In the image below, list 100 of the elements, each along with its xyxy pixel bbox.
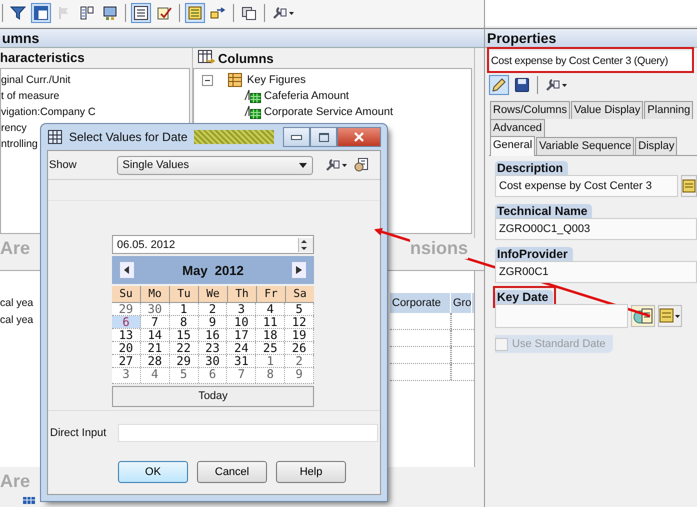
calendar-day[interactable]: 30	[140, 303, 170, 315]
calendar-day[interactable]: 4	[256, 303, 286, 315]
close-icon	[353, 132, 365, 142]
grid-icon[interactable]	[31, 3, 51, 23]
show-label: Show	[49, 159, 77, 171]
calendar-day[interactable]: 23	[198, 342, 228, 354]
date-field[interactable]: 06.05. 2012	[112, 235, 314, 254]
text-field[interactable]: ZGR00C1	[495, 261, 697, 283]
calendar-day[interactable]: 29	[170, 355, 199, 367]
close-button[interactable]	[337, 127, 381, 147]
grid-icon	[47, 129, 63, 145]
calendar-day[interactable]: 19	[285, 329, 314, 341]
column-header[interactable]: Gro	[451, 293, 472, 313]
calendar-day[interactable]: 16	[198, 329, 228, 341]
table-icon	[22, 496, 36, 504]
direct-input-field[interactable]	[118, 424, 378, 442]
calendar-day[interactable]: 4	[140, 368, 170, 383]
text-field[interactable]	[495, 304, 628, 328]
calendar-day[interactable]: 3	[112, 368, 141, 383]
today-button[interactable]: Today	[112, 386, 314, 407]
calendar-day[interactable]: 25	[256, 342, 286, 354]
text-field[interactable]: Cost expense by Cost Center 3	[495, 175, 678, 197]
value-help-icon[interactable]	[658, 305, 682, 327]
calendar-day[interactable]: 2	[198, 303, 228, 315]
calendar-day[interactable]: 26	[285, 342, 314, 354]
object-name-field: Cost expense by Cost Center 3 (Query)	[490, 51, 695, 71]
calendar-day[interactable]: 17	[227, 329, 256, 341]
calendar-day[interactable]: 8	[256, 368, 286, 383]
collapse-toggle[interactable]	[202, 74, 213, 86]
dialog-button[interactable]: OK	[118, 461, 188, 483]
calendar-day[interactable]: 6	[198, 368, 228, 383]
calendar-day[interactable]: 3	[227, 303, 256, 315]
previous-month-button[interactable]	[120, 262, 134, 278]
caret-icon	[298, 162, 307, 168]
weekday-label: Su	[112, 286, 141, 302]
drop-area-hint: nsions	[410, 238, 468, 259]
value-help-icon[interactable]	[681, 175, 697, 197]
calendar-day[interactable]: 27	[112, 355, 141, 367]
calendar-day[interactable]: 1	[170, 303, 199, 315]
calendar-day[interactable]: 7	[140, 316, 170, 328]
calendar-day[interactable]: 8	[170, 316, 199, 328]
calendar-day[interactable]: 14	[140, 329, 170, 341]
list-item[interactable]: t of measure	[1, 88, 189, 104]
left-arrow-icon	[124, 266, 130, 274]
calendar-day[interactable]: 5	[285, 303, 314, 315]
spin-buttons[interactable]	[298, 238, 313, 252]
calendar-day[interactable]: 1	[256, 355, 286, 367]
calendar-day[interactable]: 22	[170, 342, 199, 354]
calendar-day[interactable]: 2	[285, 355, 314, 367]
calendar-day[interactable]: 28	[140, 355, 170, 367]
tree-item[interactable]: Cafeferia Amount	[264, 90, 349, 102]
tree-item[interactable]: Corporate Service Amount	[264, 106, 394, 118]
calendar-day[interactable]: 20	[112, 342, 141, 354]
dialog-button[interactable]: Help	[276, 461, 346, 483]
column-header[interactable]: Corporate	[390, 293, 451, 313]
calendar-day[interactable]: 9	[198, 316, 228, 328]
calendar-day[interactable]: 18	[256, 329, 286, 341]
calendar-day[interactable]: 11	[256, 316, 286, 328]
calendar-day[interactable]: 7	[227, 368, 256, 383]
tab[interactable]: Variable Sequence	[536, 137, 634, 155]
calendar-day[interactable]: 24	[227, 342, 256, 354]
weekday-label: Mo	[141, 286, 170, 302]
tab[interactable]: General	[490, 136, 536, 156]
calendar-day[interactable]: 29	[112, 303, 141, 315]
calendar-day[interactable]: 31	[227, 355, 256, 367]
tree-item[interactable]: Key Figures	[247, 74, 306, 86]
measure-icon	[244, 104, 262, 120]
calendar-day[interactable]: 30	[198, 355, 228, 367]
list-item[interactable]: ginal Curr./Unit	[1, 72, 189, 88]
save-icon[interactable]	[512, 75, 532, 95]
tab[interactable]: Advanced	[490, 119, 545, 137]
calendar-day[interactable]: 12	[285, 316, 314, 328]
row-item[interactable]: cal yea	[0, 295, 34, 312]
text-field[interactable]: ZGRO00C1_Q003	[495, 218, 697, 240]
pencil-icon[interactable]	[489, 75, 509, 95]
calendar-day[interactable]: 5	[170, 368, 199, 383]
calendar-day[interactable]: 13	[112, 329, 141, 341]
calendar-day[interactable]: 10	[227, 316, 256, 328]
weekday-label: We	[199, 286, 228, 302]
list-icon[interactable]	[131, 3, 151, 23]
show-dropdown[interactable]: Single Values	[116, 156, 313, 174]
list-item[interactable]: vigation:Company C	[1, 104, 189, 120]
field-label: Technical Name	[495, 204, 592, 218]
direct-input-label: Direct Input	[50, 427, 106, 439]
calendar-day[interactable]: 6	[112, 316, 141, 328]
highlight-frame	[493, 286, 556, 308]
tab[interactable]: Rows/Columns	[490, 101, 570, 119]
panel-title: Columns	[218, 50, 274, 66]
tab[interactable]: Display	[635, 137, 678, 155]
calendar-day[interactable]: 15	[170, 329, 199, 341]
tab[interactable]: Value Display	[570, 101, 644, 119]
row-item[interactable]: cal yea	[0, 312, 34, 329]
dialog-button[interactable]: Cancel	[197, 461, 267, 483]
minimize-button[interactable]	[283, 127, 310, 147]
weekday-label: Tu	[170, 286, 199, 302]
calendar-day[interactable]: 9	[285, 368, 314, 383]
calendar-day[interactable]: 21	[140, 342, 170, 354]
tab[interactable]: Planning	[644, 101, 694, 119]
maximize-button[interactable]	[310, 127, 337, 147]
next-month-button[interactable]	[292, 262, 306, 278]
